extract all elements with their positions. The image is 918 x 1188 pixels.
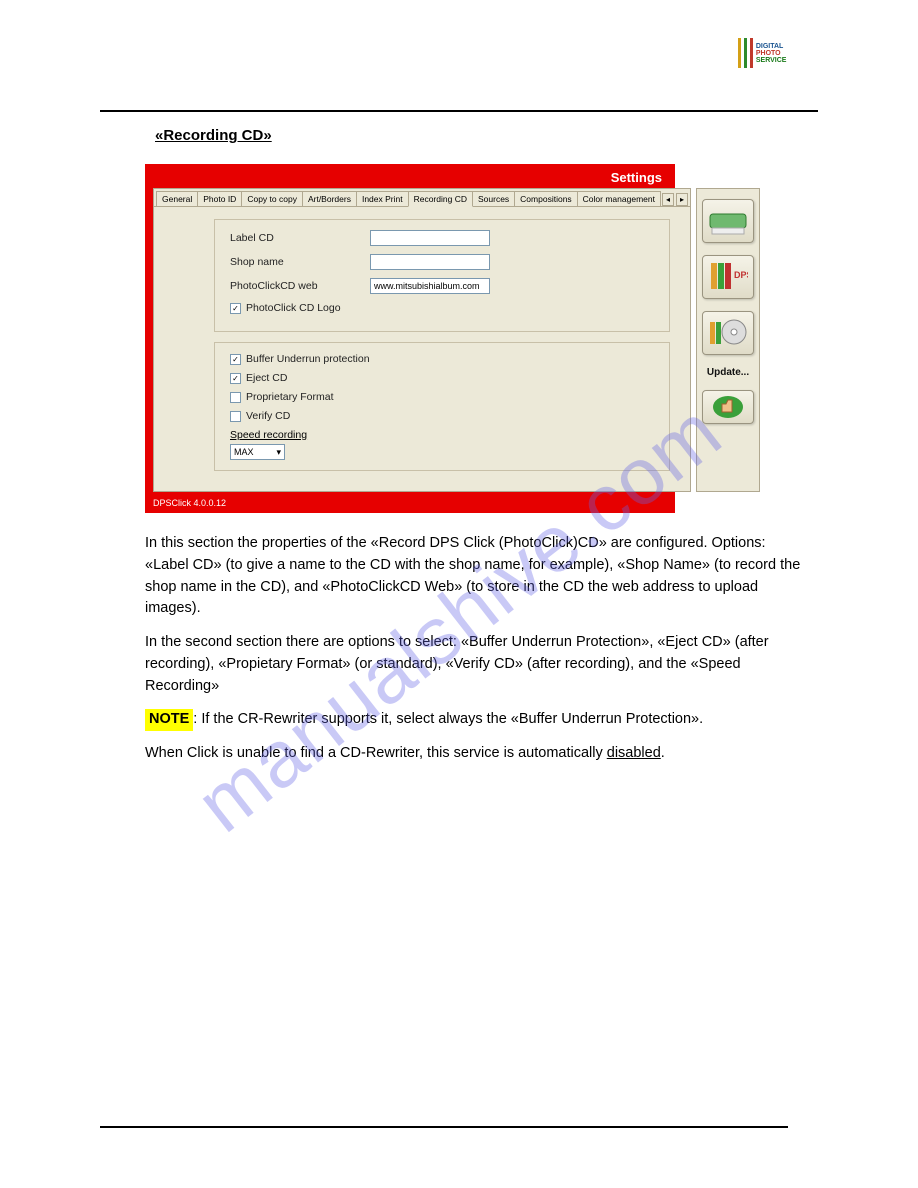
paragraph-2: In the second section there are options … bbox=[145, 632, 808, 697]
shop-name-label: Shop name bbox=[230, 256, 370, 268]
eject-cd-checkbox[interactable]: ✓ bbox=[230, 373, 241, 384]
settings-window: Settings General Photo ID Copy to copy A… bbox=[145, 164, 675, 513]
update-label: Update... bbox=[707, 367, 749, 378]
body-text: In this section the properties of the «R… bbox=[145, 533, 808, 765]
recording-cd-panel: Label CD Shop name PhotoClickCD web ✓ Ph… bbox=[154, 207, 690, 491]
dps-logo: DIGITAL PHOTO SERVICE bbox=[738, 38, 788, 78]
tab-copy-to-copy[interactable]: Copy to copy bbox=[241, 191, 303, 206]
status-bar: DPSClick 4.0.0.12 bbox=[148, 496, 672, 510]
paragraph-3: When Click is unable to find a CD-Rewrit… bbox=[145, 743, 808, 765]
speed-recording-value: MAX bbox=[234, 447, 254, 457]
tab-strip: General Photo ID Copy to copy Art/Border… bbox=[154, 189, 690, 207]
note-badge: NOTE bbox=[145, 709, 193, 731]
eject-cd-label: Eject CD bbox=[246, 372, 287, 384]
tab-scroll-left[interactable]: ◂ bbox=[662, 193, 674, 206]
section-heading: «Recording CD» bbox=[155, 127, 818, 144]
speed-recording-label: Speed recording bbox=[230, 429, 654, 441]
shop-name-input[interactable] bbox=[370, 254, 490, 270]
label-cd-label: Label CD bbox=[230, 232, 370, 244]
partner-icon bbox=[708, 206, 748, 236]
label-cd-input[interactable] bbox=[370, 230, 490, 246]
tab-color-management[interactable]: Color management bbox=[577, 191, 661, 206]
svg-text:DPS: DPS bbox=[734, 270, 748, 280]
speed-recording-select[interactable]: MAX ▾ bbox=[230, 444, 285, 460]
tab-pane: General Photo ID Copy to copy Art/Border… bbox=[153, 188, 691, 492]
photoclick-cd-logo-checkbox[interactable]: ✓ bbox=[230, 303, 241, 314]
apply-button[interactable] bbox=[702, 390, 754, 424]
footer-rule bbox=[100, 1126, 788, 1128]
tab-general[interactable]: General bbox=[156, 191, 198, 206]
recording-options-group: ✓ Buffer Underrun protection ✓ Eject CD … bbox=[214, 342, 670, 471]
verify-cd-checkbox[interactable] bbox=[230, 411, 241, 422]
verify-cd-label: Verify CD bbox=[246, 410, 290, 422]
dps-click-icon: DPS bbox=[708, 260, 748, 294]
window-title: Settings bbox=[148, 167, 672, 188]
side-button-1[interactable] bbox=[702, 199, 754, 243]
thumbs-up-icon bbox=[710, 394, 746, 420]
photoclickcd-web-label: PhotoClickCD web bbox=[230, 280, 370, 292]
photoclick-cd-logo-label: PhotoClick CD Logo bbox=[246, 302, 341, 314]
tab-recording-cd[interactable]: Recording CD bbox=[408, 191, 473, 207]
tab-sources[interactable]: Sources bbox=[472, 191, 515, 206]
note-text: : If the CR-Rewriter supports it, select… bbox=[193, 711, 703, 727]
photoclickcd-web-input[interactable] bbox=[370, 278, 490, 294]
buffer-underrun-checkbox[interactable]: ✓ bbox=[230, 354, 241, 365]
proprietary-format-label: Proprietary Format bbox=[246, 391, 334, 403]
side-button-2[interactable]: DPS bbox=[702, 255, 754, 299]
tab-art-borders[interactable]: Art/Borders bbox=[302, 191, 357, 206]
tab-compositions[interactable]: Compositions bbox=[514, 191, 578, 206]
note-paragraph: NOTE: If the CR-Rewriter supports it, se… bbox=[145, 709, 808, 731]
chevron-down-icon: ▾ bbox=[276, 447, 281, 458]
cd-info-group: Label CD Shop name PhotoClickCD web ✓ Ph… bbox=[214, 219, 670, 332]
header-rule bbox=[100, 110, 818, 112]
tab-scroll-right[interactable]: ▸ bbox=[676, 193, 688, 206]
tab-photo-id[interactable]: Photo ID bbox=[197, 191, 242, 206]
tab-index-print[interactable]: Index Print bbox=[356, 191, 409, 206]
buffer-underrun-label: Buffer Underrun protection bbox=[246, 353, 370, 365]
paragraph-1: In this section the properties of the «R… bbox=[145, 533, 808, 620]
proprietary-format-checkbox[interactable] bbox=[230, 392, 241, 403]
side-button-3[interactable] bbox=[702, 311, 754, 355]
cd-icon bbox=[708, 316, 748, 350]
side-panel: DPS Update... bbox=[696, 188, 760, 492]
